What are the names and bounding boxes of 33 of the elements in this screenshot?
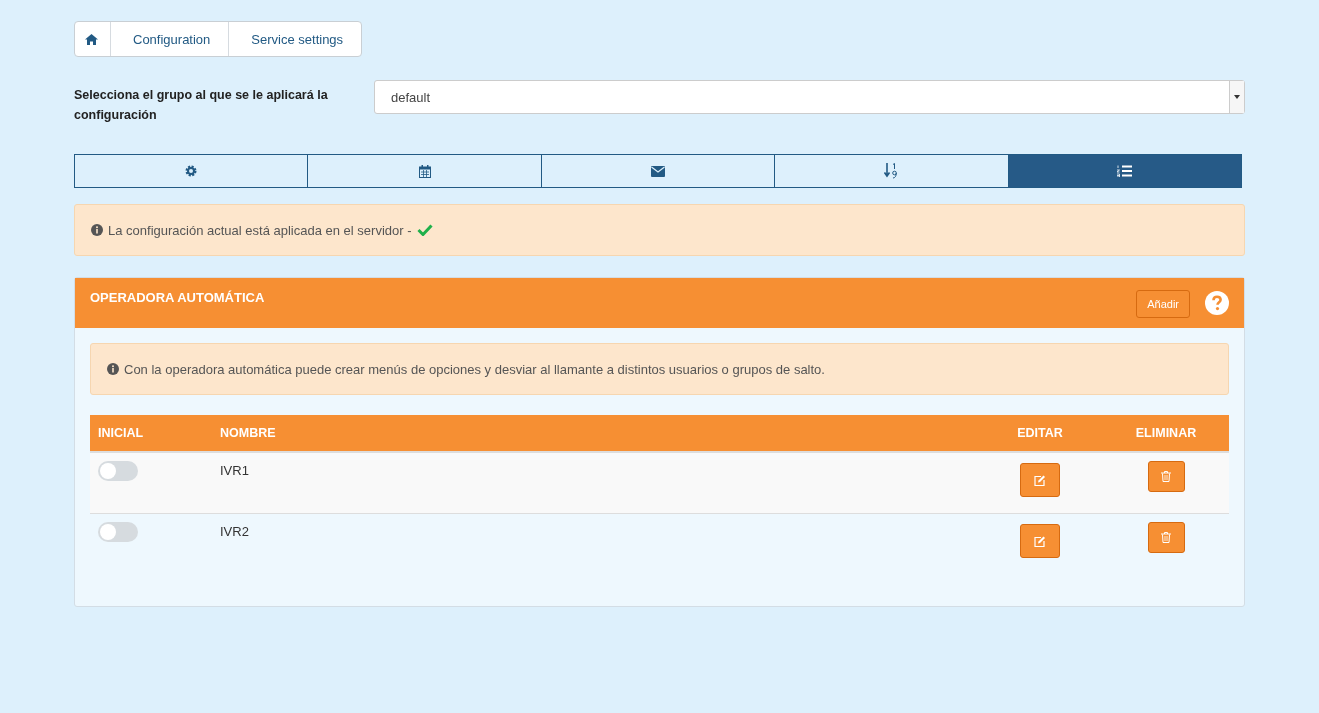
home-icon: [85, 33, 98, 45]
edit-icon: [1034, 535, 1046, 547]
edit-button[interactable]: [1020, 463, 1060, 497]
sort-icon: [884, 163, 899, 179]
info-icon: [107, 363, 119, 375]
panel-title: OPERADORA AUTOMÁTICA: [90, 290, 265, 305]
toggle-switch[interactable]: [98, 461, 138, 481]
gear-icon: [185, 165, 198, 177]
row-name: IVR1: [220, 463, 249, 478]
group-select[interactable]: default: [374, 80, 1245, 114]
envelope-icon: [651, 165, 665, 177]
trash-icon: [1161, 471, 1171, 482]
info-text: Con la operadora automática puede crear menús de opciones y desviar al llamante a distintos usuarios o grupos de salto.: [124, 361, 825, 377]
group-select-label: Selecciona el grupo al que se le aplicará la configuración: [74, 87, 329, 124]
numbered-list-icon: [1117, 165, 1133, 177]
column-header: INICIAL: [90, 415, 212, 452]
edit-button[interactable]: [1020, 524, 1060, 558]
breadcrumb-link[interactable]: Configuration: [110, 22, 229, 56]
help-icon[interactable]: [1205, 290, 1229, 315]
caret-icon: [1229, 81, 1244, 113]
edit-icon: [1034, 474, 1046, 486]
calendar-icon: [418, 164, 431, 178]
status-text: La configuración actual está aplicada en el servidor -: [108, 222, 412, 238]
column-header: ELIMINAR: [1103, 415, 1229, 452]
trash-icon: [1161, 532, 1171, 543]
delete-button[interactable]: [1147, 522, 1185, 553]
column-header: EDITAR: [977, 415, 1103, 452]
breadcrumb-link[interactable]: Service settings: [228, 22, 362, 56]
delete-button[interactable]: [1147, 461, 1185, 492]
row-name: IVR2: [220, 524, 249, 539]
info-icon: [91, 224, 103, 236]
toggle-switch[interactable]: [98, 522, 138, 542]
column-header: NOMBRE: [212, 415, 977, 452]
